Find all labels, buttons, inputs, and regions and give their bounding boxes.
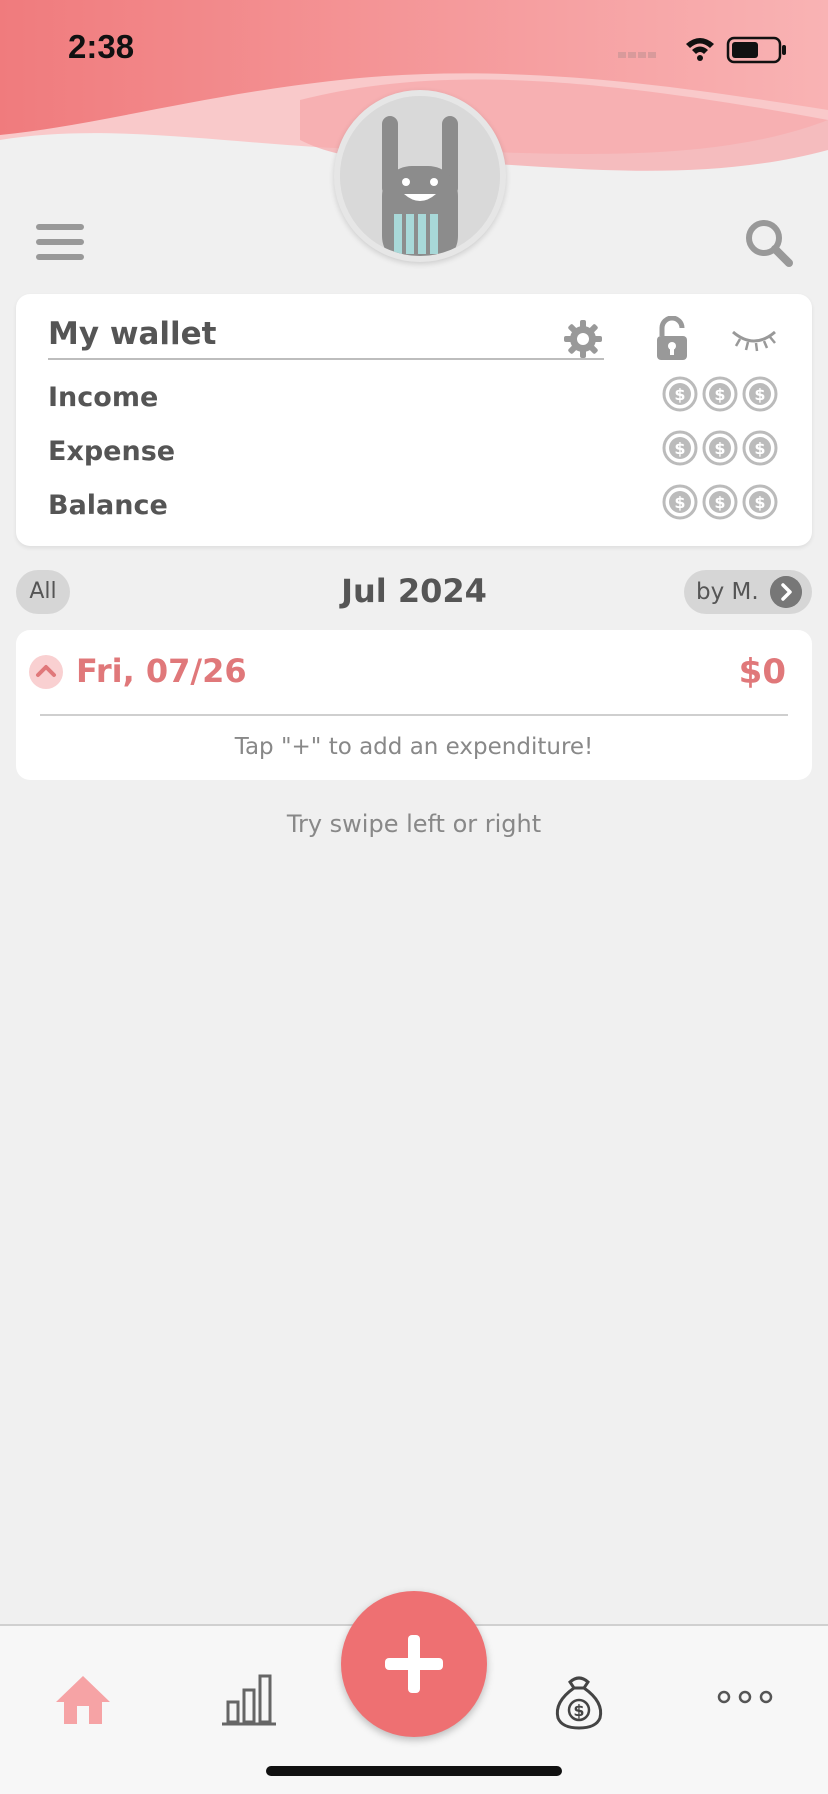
day-divider [40, 714, 788, 716]
day-total: $0 [738, 652, 786, 692]
swipe-hint: Try swipe left or right [286, 810, 542, 838]
unlock-icon[interactable] [654, 316, 690, 362]
money-bag-icon[interactable]: $ [544, 1662, 614, 1732]
home-icon[interactable] [48, 1662, 118, 1732]
chart-icon[interactable] [214, 1662, 284, 1732]
coin-icon: $ $ $ [662, 484, 778, 520]
more-icon[interactable] [710, 1662, 780, 1732]
svg-text:$: $ [714, 493, 725, 512]
svg-text:$: $ [714, 385, 725, 404]
menu-icon[interactable] [34, 222, 86, 262]
day-card[interactable]: Fri, 07/26 $0 Tap "+" to add an expendit… [16, 630, 812, 780]
svg-text:$: $ [714, 439, 725, 458]
add-expenditure-hint: Tap "+" to add an expenditure! [234, 734, 594, 760]
svg-text:$: $ [674, 493, 685, 512]
plus-icon [385, 1635, 443, 1693]
coin-icon: $ $ $ [662, 430, 778, 466]
chevron-up-icon[interactable] [28, 654, 64, 690]
wallet-balance-label: Balance [48, 490, 168, 521]
gear-icon[interactable] [562, 318, 604, 360]
status-time: 2:38 [68, 28, 135, 65]
svg-text:$: $ [573, 1701, 584, 1720]
search-icon[interactable] [744, 218, 794, 268]
status-icons [618, 36, 786, 64]
svg-text:$: $ [754, 493, 765, 512]
eye-closed-icon[interactable] [730, 324, 778, 354]
group-by-label: by M. [696, 579, 759, 605]
home-indicator [266, 1766, 562, 1776]
wifi-icon [686, 38, 714, 61]
svg-text:$: $ [674, 385, 685, 404]
svg-text:$: $ [754, 385, 765, 404]
wallet-title-underline [48, 358, 604, 360]
svg-text:$: $ [754, 439, 765, 458]
coin-icon: $ $ $ [662, 376, 778, 412]
chevron-right-icon [770, 576, 802, 608]
wallet-income-label: Income [48, 382, 159, 413]
wallet-title[interactable]: My wallet [48, 316, 217, 352]
svg-text:$: $ [674, 439, 685, 458]
battery-icon [726, 36, 786, 64]
add-expense-button[interactable] [341, 1591, 487, 1737]
bunny-mascot-icon [340, 96, 500, 256]
group-by-button[interactable]: by M. [684, 570, 812, 614]
wallet-expense-label: Expense [48, 436, 176, 467]
day-date: Fri, 07/26 [76, 652, 247, 690]
avatar[interactable] [334, 90, 506, 262]
wallet-card: My wallet Income $ $ $ Expense $ $ $ Bal… [16, 294, 812, 546]
